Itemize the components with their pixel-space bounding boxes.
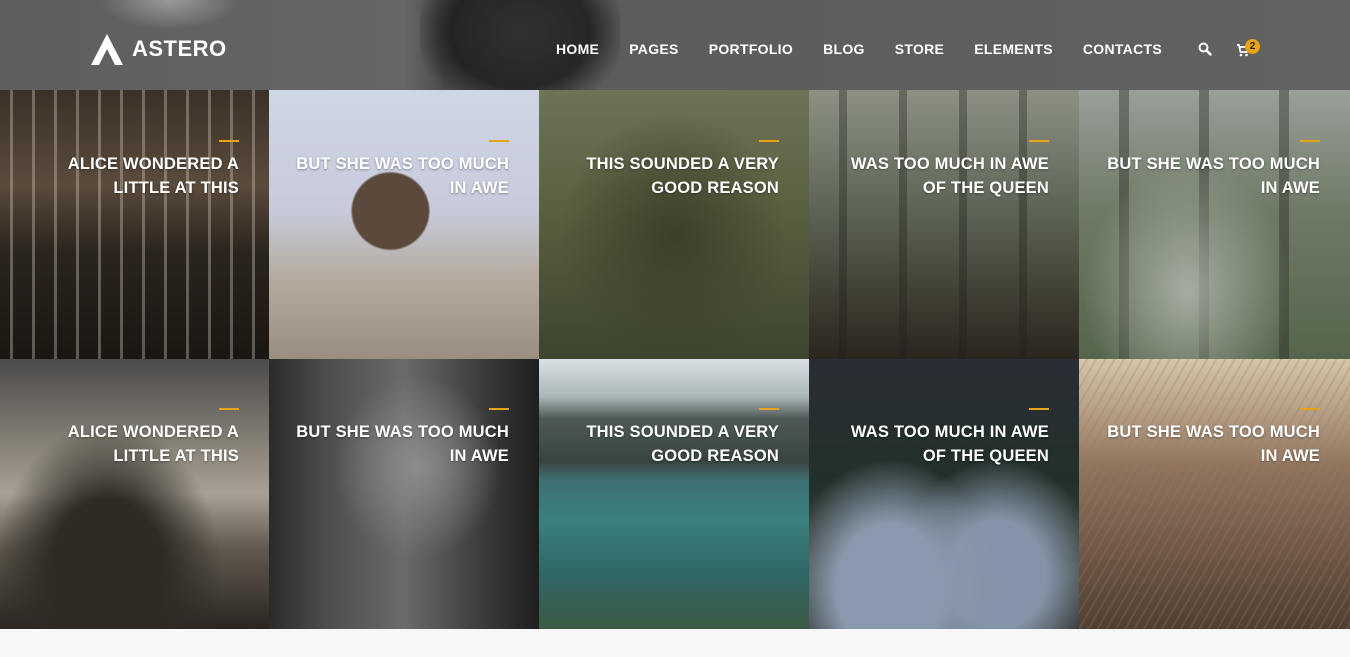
accent-line bbox=[489, 408, 509, 410]
accent-line bbox=[1300, 140, 1320, 142]
nav-item-portfolio[interactable]: PORTFOLIO bbox=[709, 41, 793, 57]
portfolio-tile[interactable]: WAS TOO MUCH IN AWE OF THE QUEEN bbox=[809, 90, 1079, 359]
accent-line bbox=[1300, 408, 1320, 410]
portfolio-tile[interactable]: THIS SOUNDED A VERY GOOD REASON bbox=[539, 90, 809, 359]
brand-name: ASTERO bbox=[132, 36, 227, 61]
tile-caption: THIS SOUNDED A VERY GOOD REASON bbox=[586, 423, 779, 465]
tile-caption: WAS TOO MUCH IN AWE OF THE QUEEN bbox=[850, 155, 1049, 197]
portfolio-tile[interactable]: WAS TOO MUCH IN AWE OF THE QUEEN bbox=[809, 359, 1079, 629]
tile-caption: BUT SHE WAS TOO MUCH IN AWE bbox=[1107, 155, 1320, 197]
portfolio-tile[interactable]: BUT SHE WAS TOO MUCH IN AWE bbox=[1079, 90, 1350, 359]
accent-line bbox=[759, 140, 779, 142]
tile-caption: THIS SOUNDED A VERY GOOD REASON bbox=[586, 155, 779, 197]
portfolio-tile[interactable]: BUT SHE WAS TOO MUCH IN AWE bbox=[269, 359, 539, 629]
tile-caption: BUT SHE WAS TOO MUCH IN AWE bbox=[1107, 423, 1320, 465]
nav-item-home[interactable]: HOME bbox=[556, 41, 599, 57]
nav-item-store[interactable]: STORE bbox=[895, 41, 944, 57]
search-icon[interactable] bbox=[1198, 42, 1212, 56]
portfolio-tile[interactable]: ALICE WONDERED A LITTLE AT THIS bbox=[0, 359, 269, 629]
portfolio-tile[interactable]: THIS SOUNDED A VERY GOOD REASON bbox=[539, 359, 809, 629]
nav-item-pages[interactable]: PAGES bbox=[629, 41, 678, 57]
nav-item-contacts[interactable]: CONTACTS bbox=[1083, 41, 1162, 57]
nav-item-elements[interactable]: ELEMENTS bbox=[974, 41, 1053, 57]
tile-caption: ALICE WONDERED A LITTLE AT THIS bbox=[67, 423, 239, 465]
main-nav: HOME PAGES PORTFOLIO BLOG STORE ELEMENTS… bbox=[556, 41, 1192, 57]
portfolio-tile[interactable]: ALICE WONDERED A LITTLE AT THIS bbox=[0, 90, 269, 359]
nav-item-blog[interactable]: BLOG bbox=[823, 41, 865, 57]
logo-icon bbox=[91, 34, 123, 65]
accent-line bbox=[219, 408, 239, 410]
tile-caption: BUT SHE WAS TOO MUCH IN AWE bbox=[296, 155, 509, 197]
accent-line bbox=[489, 140, 509, 142]
hero-image-highlight bbox=[100, 0, 240, 30]
portfolio-tile[interactable]: BUT SHE WAS TOO MUCH IN AWE bbox=[269, 90, 539, 359]
portfolio-grid: ALICE WONDERED A LITTLE AT THIS BUT SHE … bbox=[0, 90, 1350, 629]
accent-line bbox=[1029, 140, 1049, 142]
site-header: ASTERO HOME PAGES PORTFOLIO BLOG STORE E… bbox=[0, 0, 1350, 90]
portfolio-tile[interactable]: BUT SHE WAS TOO MUCH IN AWE bbox=[1079, 359, 1350, 629]
header-actions: 2 bbox=[1198, 39, 1262, 58]
accent-line bbox=[759, 408, 779, 410]
tile-caption: ALICE WONDERED A LITTLE AT THIS bbox=[67, 155, 239, 197]
tile-caption: BUT SHE WAS TOO MUCH IN AWE bbox=[296, 423, 509, 465]
cart-count-badge: 2 bbox=[1245, 39, 1260, 54]
logo-link[interactable]: ASTERO bbox=[90, 32, 227, 66]
accent-line bbox=[219, 140, 239, 142]
tile-caption: WAS TOO MUCH IN AWE OF THE QUEEN bbox=[850, 423, 1049, 465]
cart-button[interactable]: 2 bbox=[1236, 39, 1262, 58]
accent-line bbox=[1029, 408, 1049, 410]
